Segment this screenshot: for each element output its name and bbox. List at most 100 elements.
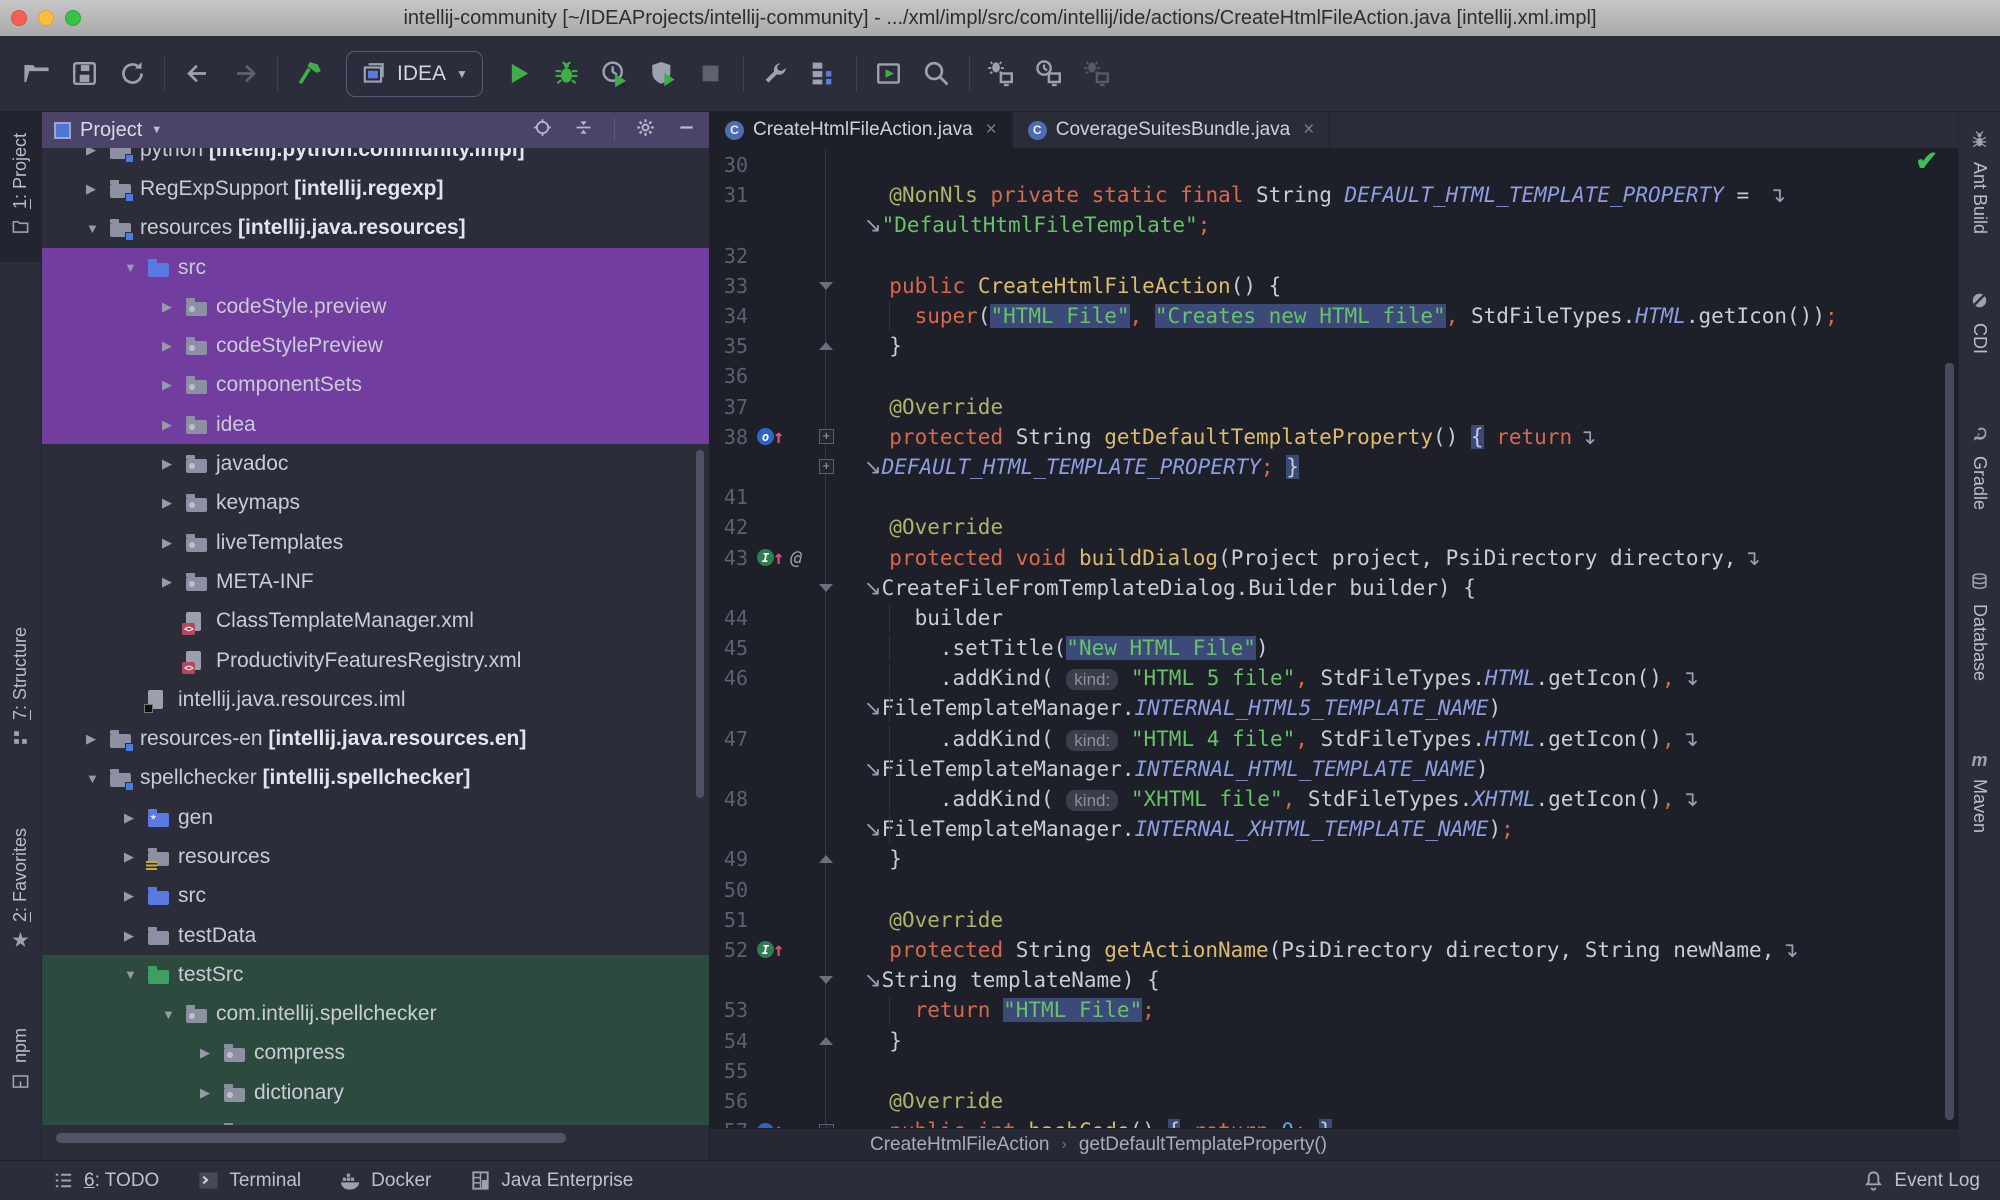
tree-row[interactable]: ▶ META-INF <box>42 562 709 601</box>
statusbar-item-docker[interactable]: Docker <box>339 1169 431 1192</box>
project-structure-button[interactable] <box>800 50 848 98</box>
close-icon[interactable]: × <box>1303 119 1314 141</box>
tree-row[interactable]: intellij.java.resources.iml <box>42 680 709 719</box>
fold-gutter[interactable]: + <box>810 451 842 483</box>
tree-row[interactable]: ▶ testData <box>42 916 709 955</box>
tree-row[interactable]: ▶ RegExpSupport [intellij.regexp] <box>42 169 709 208</box>
tree-row[interactable]: ▶ keymaps <box>42 484 709 523</box>
tree-row[interactable]: ▶ src <box>42 877 709 916</box>
chevron-collapsed-icon[interactable]: ▶ <box>160 495 186 511</box>
fold-gutter[interactable] <box>810 270 842 301</box>
run-with-profiler-button[interactable] <box>639 50 687 98</box>
tree-row[interactable]: ▼ spellchecker [intellij.spellchecker] <box>42 759 709 798</box>
tool-stripe-item-cdi[interactable]: CDI <box>1959 272 2000 372</box>
chevron-expanded-icon[interactable]: ▼ <box>160 1007 186 1022</box>
chevron-collapsed-icon[interactable]: ▶ <box>122 849 148 865</box>
fold-end-icon[interactable] <box>819 855 833 864</box>
chevron-expanded-icon[interactable]: ▼ <box>84 771 110 786</box>
chevron-collapsed-icon[interactable]: ▶ <box>160 338 186 354</box>
fold-start-icon[interactable] <box>819 583 833 592</box>
hide-icon[interactable] <box>676 117 697 144</box>
chevron-down-icon[interactable]: ▼ <box>151 124 162 136</box>
chevron-collapsed-icon[interactable]: ▶ <box>198 1124 224 1125</box>
tool-stripe-item-ant-build[interactable]: Ant Build <box>1959 115 2000 250</box>
chevron-collapsed-icon[interactable]: ▶ <box>84 181 110 197</box>
chevron-collapsed-icon[interactable]: ▶ <box>160 456 186 472</box>
tool-stripe-item-structure[interactable]: 7: Structure <box>0 602 41 777</box>
chevron-collapsed-icon[interactable]: ▶ <box>198 1045 224 1061</box>
tree-vertical-scrollbar[interactable] <box>696 450 704 798</box>
run-button[interactable] <box>495 50 543 98</box>
breadcrumb-class[interactable]: CreateHtmlFileAction <box>870 1134 1050 1156</box>
chevron-collapsed-icon[interactable]: ▶ <box>84 148 110 158</box>
chevron-collapsed-icon[interactable]: ▶ <box>160 535 186 551</box>
settings-wrench-button[interactable] <box>752 50 800 98</box>
chevron-collapsed-icon[interactable]: ▶ <box>122 928 148 944</box>
attach-profiler-button[interactable] <box>1026 50 1074 98</box>
tree-row[interactable]: <> ClassTemplateManager.xml <box>42 602 709 641</box>
editor-vertical-scrollbar[interactable] <box>1945 363 1954 1120</box>
chevron-collapsed-icon[interactable]: ▶ <box>160 417 186 433</box>
zoom-window-button[interactable] <box>65 10 81 26</box>
tool-stripe-item-project[interactable]: 1: Project <box>0 112 41 262</box>
tree-row[interactable]: ▶ resources <box>42 837 709 876</box>
tree-row[interactable]: ▶ codeStylePreview <box>42 326 709 366</box>
tree-row[interactable]: ▶ compress <box>42 1033 709 1074</box>
fold-start-icon[interactable] <box>819 281 833 290</box>
tool-stripe-item-favorites[interactable]: 2: Favorites ★ <box>0 807 41 972</box>
tree-row[interactable]: ▼ com.intellij.spellchecker <box>42 994 709 1034</box>
chevron-collapsed-icon[interactable]: ▶ <box>122 810 148 826</box>
editor-tab[interactable]: C CoverageSuitesBundle.java × <box>1013 112 1331 148</box>
fold-gutter[interactable]: + <box>810 421 842 452</box>
search-everywhere-button[interactable] <box>913 50 961 98</box>
fold-end-icon[interactable] <box>819 1036 833 1045</box>
tree-row[interactable]: ▼ testSrc <box>42 955 709 995</box>
fold-gutter[interactable] <box>810 965 842 996</box>
debug-button[interactable] <box>543 50 591 98</box>
tree-row[interactable]: ▶ python [intellij.python.community.impl] <box>42 148 709 169</box>
tree-row[interactable]: <> ProductivityFeaturesRegistry.xml <box>42 641 709 680</box>
chevron-collapsed-icon[interactable]: ▶ <box>160 377 186 393</box>
tool-stripe-item-maven[interactable]: m Maven <box>1959 727 2000 857</box>
fold-gutter[interactable] <box>810 572 842 603</box>
chevron-collapsed-icon[interactable]: ▶ <box>84 731 110 747</box>
close-icon[interactable]: × <box>986 119 997 141</box>
tree-row[interactable]: ▼ src <box>42 247 709 288</box>
minimize-window-button[interactable] <box>38 10 54 26</box>
breadcrumb-method[interactable]: getDefaultTemplateProperty() <box>1079 1134 1327 1156</box>
attach-disabled-button[interactable] <box>1074 50 1122 98</box>
tree-horizontal-scrollbar[interactable] <box>56 1133 566 1143</box>
implements-method-icon[interactable]: I <box>757 549 774 567</box>
fold-gutter[interactable] <box>810 1025 842 1056</box>
tree-row[interactable]: ▶ idea <box>42 405 709 445</box>
attach-debugger-button[interactable] <box>978 50 1026 98</box>
fold-start-icon[interactable] <box>819 976 833 985</box>
tree-row[interactable]: ▶ <box>42 1112 709 1125</box>
tree-row[interactable]: ▶ dictionary <box>42 1073 709 1113</box>
chevron-collapsed-icon[interactable]: ▶ <box>160 574 186 590</box>
save-all-button[interactable] <box>60 50 108 98</box>
overrides-method-icon[interactable]: o <box>757 428 774 446</box>
forward-button[interactable] <box>221 50 269 98</box>
tool-stripe-item-npm[interactable]: npm <box>0 1007 41 1117</box>
tree-row[interactable]: ▶ * gen <box>42 798 709 837</box>
statusbar-item-todo[interactable]: 6: TODO <box>52 1169 159 1192</box>
chevron-expanded-icon[interactable]: ▼ <box>84 221 110 236</box>
settings-gear-icon[interactable] <box>635 117 656 144</box>
build-project-button[interactable] <box>286 50 334 98</box>
chevron-expanded-icon[interactable]: ▼ <box>122 260 148 275</box>
fold-plus-icon[interactable]: + <box>818 459 834 475</box>
statusbar-item-java-enterprise[interactable]: Java Enterprise <box>469 1169 633 1192</box>
fold-plus-icon[interactable]: + <box>818 429 834 445</box>
tree-row[interactable]: ▼ resources [intellij.java.resources] <box>42 209 709 248</box>
chevron-collapsed-icon[interactable]: ▶ <box>198 1085 224 1101</box>
run-config-combo[interactable]: IDEA ▼ <box>346 50 483 97</box>
fold-gutter[interactable]: + <box>810 1116 842 1128</box>
tree-row[interactable]: ▶ javadoc <box>42 444 709 483</box>
run-anything-button[interactable] <box>865 50 913 98</box>
chevron-collapsed-icon[interactable]: ▶ <box>122 888 148 904</box>
tree-row[interactable]: ▶ resources-en [intellij.java.resources.e… <box>42 719 709 758</box>
fold-end-icon[interactable] <box>819 342 833 351</box>
back-button[interactable] <box>173 50 221 98</box>
editor-tab[interactable]: C CreateHtmlFileAction.java × <box>710 112 1013 148</box>
